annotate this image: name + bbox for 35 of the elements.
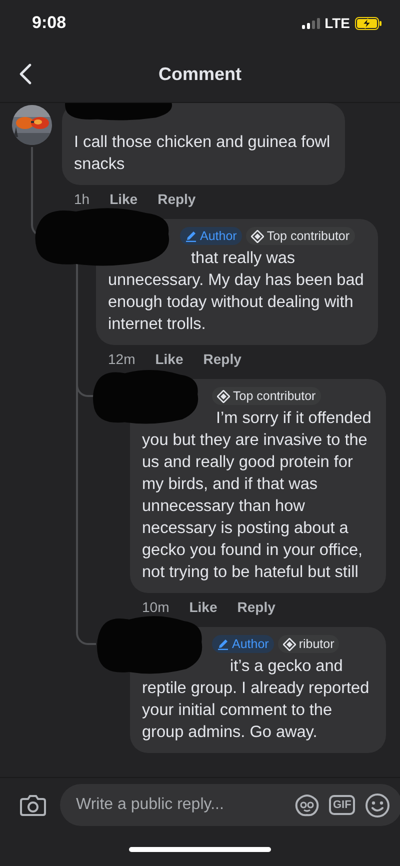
signal-icon [302, 18, 320, 28]
sticker-icon[interactable] [295, 793, 319, 817]
network-label: LTE [324, 15, 350, 31]
pencil-icon [185, 230, 197, 242]
like-button[interactable]: Like [110, 191, 138, 207]
back-icon[interactable] [18, 63, 32, 85]
reply-button[interactable]: Reply [203, 351, 242, 367]
reply-button[interactable]: Reply [158, 191, 196, 207]
battery-charging-icon [355, 16, 382, 30]
camera-icon[interactable] [20, 794, 46, 816]
contributor-badge: Top contributor [212, 387, 321, 405]
page-title: Comment [158, 64, 242, 84]
contributor-badge: ributor [278, 635, 340, 653]
reply-field[interactable]: Write a public reply... GIF [60, 784, 400, 826]
comment-text: it’s a gecko and reptile group. I already reported your initial comment to the group admins. Go away. [142, 656, 370, 743]
like-button[interactable]: Like [155, 351, 184, 367]
pencil-icon [217, 638, 229, 650]
emoji-icon[interactable] [365, 792, 390, 818]
contributor-badge: Top contributor [246, 227, 355, 245]
clock-time: 9:08 [32, 13, 66, 33]
author-badge: Author [180, 227, 242, 245]
author-badge: Author [212, 635, 274, 653]
comment-time: 1h [74, 191, 90, 207]
comment-text: I’m sorry if it offended you but they are invasive to the us and really good protein for my birds, and if that was unnecessary than how necessary is posting about a gecko you found in your office, not trying to be hateful but still [142, 408, 372, 583]
comment-text: I call those chicken and guinea fowl snacks [74, 132, 332, 175]
comment-text: that really was unnecessary. My day has been bad enough today without dealing with internet trolls. [108, 248, 365, 335]
diamond-icon [217, 390, 230, 402]
like-button[interactable]: Like [189, 599, 218, 615]
reply-button[interactable]: Reply [237, 599, 276, 615]
comment-time: 10m [142, 599, 170, 615]
home-indicator[interactable] [129, 846, 271, 852]
comment-time: 12m [108, 351, 136, 367]
diamond-icon [282, 638, 296, 650]
diamond-icon [250, 230, 264, 242]
gif-button[interactable]: GIF [329, 795, 356, 815]
